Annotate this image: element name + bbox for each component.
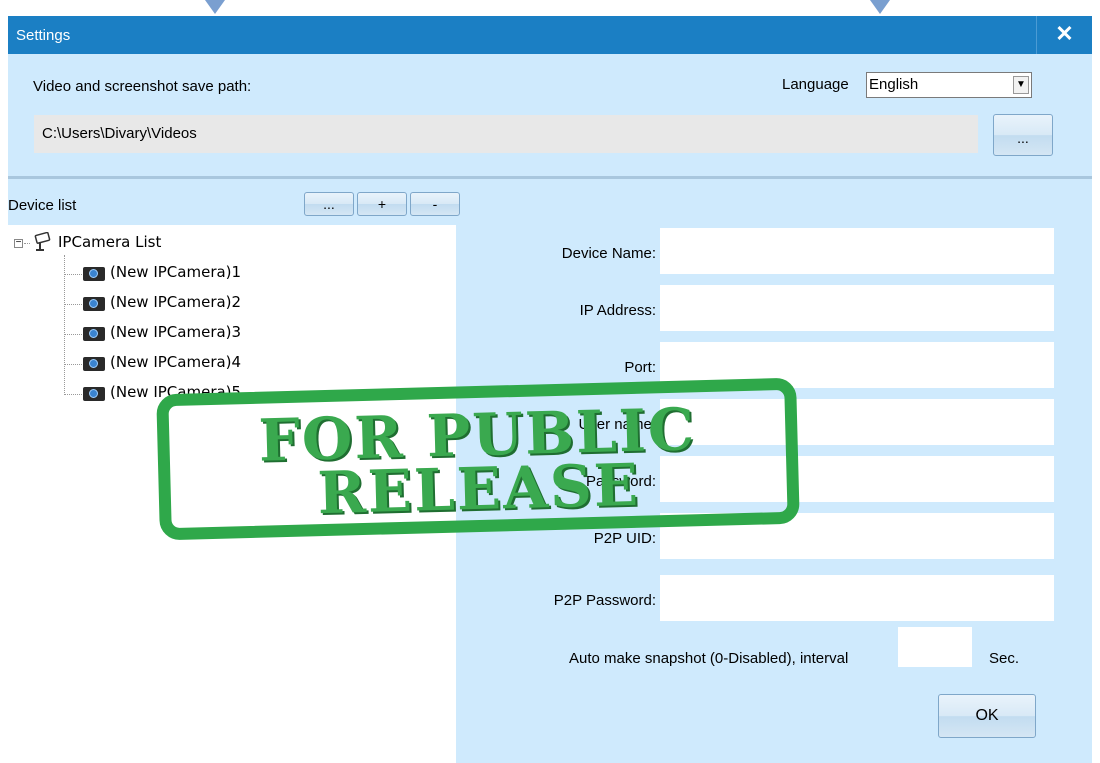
device-list-label: Device list <box>8 197 77 214</box>
tree-line <box>64 394 82 395</box>
tree-item[interactable]: (New IPCamera)1 <box>110 263 241 281</box>
snapshot-interval-input[interactable] <box>898 627 972 667</box>
snapshot-interval-label: Auto make snapshot (0-Disabled), interva… <box>569 650 849 667</box>
dropdown-arrow-icon[interactable]: ▼ <box>1013 76 1029 94</box>
camera-icon <box>83 297 105 311</box>
language-select[interactable]: English ▼ <box>866 72 1032 98</box>
ok-button[interactable]: OK <box>938 694 1036 738</box>
camera-icon <box>83 357 105 371</box>
tree-line <box>64 274 82 275</box>
p2p-password-label: P2P Password: <box>553 592 656 609</box>
browse-button[interactable]: ... <box>993 114 1053 156</box>
tree-item[interactable]: (New IPCamera)4 <box>110 353 241 371</box>
close-button[interactable]: ✕ <box>1036 16 1092 54</box>
tree-line <box>24 243 30 244</box>
snapshot-unit-label: Sec. <box>989 650 1020 667</box>
title-bar: Settings ✕ <box>8 16 1092 54</box>
tree-line <box>64 255 65 395</box>
p2p-password-input[interactable] <box>660 575 1054 621</box>
tree-line <box>64 364 82 365</box>
section-divider <box>8 176 1092 179</box>
device-name-input[interactable] <box>660 228 1054 274</box>
save-path-field[interactable]: C:\Users\Divary\Videos <box>34 115 978 153</box>
camera-icon <box>83 387 105 401</box>
p2p-uid-label: P2P UID: <box>593 530 656 547</box>
camera-icon <box>83 327 105 341</box>
tree-item[interactable]: (New IPCamera)3 <box>110 323 241 341</box>
camera-list-icon <box>34 232 51 251</box>
tree-line <box>64 334 82 335</box>
tree-line <box>64 304 82 305</box>
language-selected-value: English <box>869 76 919 93</box>
camera-icon <box>83 267 105 281</box>
device-name-label: Device Name: <box>561 245 656 262</box>
tree-root-label[interactable]: IPCamera List <box>58 233 161 251</box>
public-release-stamp: FOR PUBLIC RELEASE <box>156 377 800 541</box>
ip-address-input[interactable] <box>660 285 1054 331</box>
remove-device-button[interactable]: - <box>410 192 460 216</box>
window-title: Settings <box>16 27 71 44</box>
close-icon: ✕ <box>1055 21 1074 46</box>
device-options-button[interactable]: ... <box>304 192 354 216</box>
save-path-value: C:\Users\Divary\Videos <box>42 125 197 142</box>
port-label: Port: <box>624 359 656 376</box>
collapse-icon[interactable]: − <box>14 238 23 248</box>
save-path-label: Video and screenshot save path: <box>33 78 252 95</box>
add-device-button[interactable]: + <box>357 192 407 216</box>
settings-window: Settings ✕ Video and screenshot save pat… <box>8 16 1092 763</box>
language-label: Language <box>782 76 849 93</box>
ip-address-label: IP Address: <box>579 302 656 319</box>
tree-item[interactable]: (New IPCamera)2 <box>110 293 241 311</box>
